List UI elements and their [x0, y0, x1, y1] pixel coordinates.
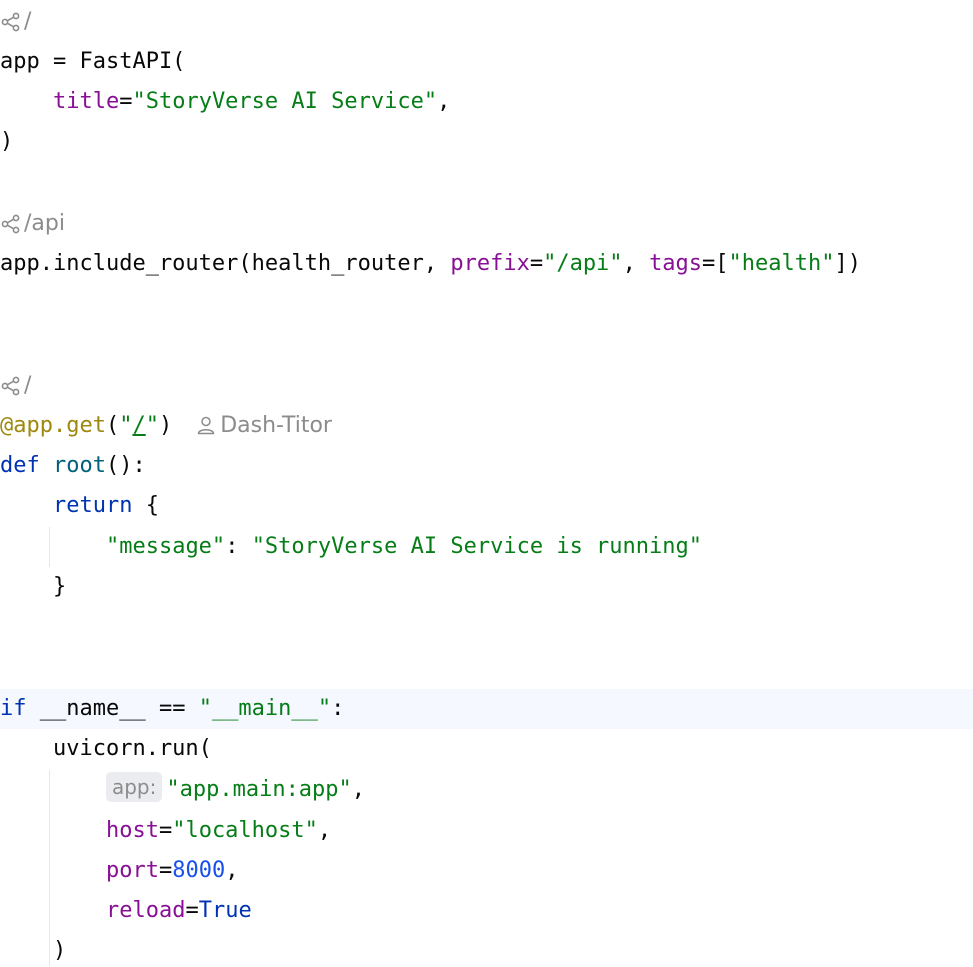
route-share-icon: [1, 12, 20, 32]
code-line[interactable]: uvicorn.run(: [0, 729, 973, 769]
code-line[interactable]: title="StoryVerse AI Service",: [0, 82, 973, 122]
code-text: =: [185, 898, 199, 923]
string-literal: "StoryVerse AI Service is running": [251, 534, 703, 559]
code-line[interactable]: app.include_router(health_router, prefix…: [0, 244, 973, 284]
route-hint-text: /: [24, 9, 32, 34]
route-hint-app[interactable]: /: [0, 2, 973, 42]
decorator: @app.get: [0, 413, 106, 438]
code-line[interactable]: "message": "StoryVerse AI Service is run…: [0, 527, 973, 567]
code-line[interactable]: ): [0, 931, 973, 967]
route-path-link[interactable]: /: [132, 413, 145, 438]
code-text: =: [529, 251, 544, 276]
route-hint-health[interactable]: /api: [0, 204, 973, 244]
code-text: app.include_router(health_router,: [0, 251, 451, 276]
parameter-name-hint: app:: [105, 772, 163, 802]
string-literal: "__main__": [198, 696, 332, 721]
code-text: ): [0, 938, 67, 963]
code-text: ,: [225, 858, 239, 883]
code-text: ]): [834, 251, 862, 276]
author-hint[interactable]: Dash-Titor: [196, 413, 332, 438]
code-text: :: [225, 534, 252, 559]
code-line[interactable]: app = FastAPI(: [0, 42, 973, 82]
route-share-icon: [1, 376, 20, 396]
code-text: ): [158, 413, 173, 438]
code-text: uvicorn.run(: [0, 736, 212, 761]
code-text: ,: [622, 251, 650, 276]
author-name: Dash-Titor: [220, 413, 332, 438]
keyword: def: [0, 453, 40, 478]
code-text: {: [132, 493, 159, 518]
keyword-argument: title: [52, 89, 120, 114]
route-hint-root[interactable]: /: [0, 366, 973, 406]
code-line[interactable]: }: [0, 567, 973, 607]
keyword: if: [0, 696, 27, 721]
route-hint-text: /: [24, 373, 32, 398]
route-share-icon: [1, 214, 20, 234]
string-literal: "/api": [543, 251, 623, 276]
code-line[interactable]: host="localhost",: [0, 811, 973, 851]
code-line[interactable]: port=8000,: [0, 851, 973, 891]
string-literal: "health": [728, 251, 835, 276]
code-text: __name__ ==: [26, 696, 199, 721]
code-text: =[: [702, 251, 729, 276]
string-literal: ": [145, 413, 159, 438]
string-literal: ": [119, 413, 133, 438]
keyword-argument: prefix: [450, 251, 530, 276]
keyword-argument: host: [105, 818, 159, 843]
code-line[interactable]: def root():: [0, 446, 973, 486]
code-line[interactable]: ): [0, 122, 973, 162]
code-text: =: [119, 89, 133, 114]
code-text: :: [331, 696, 345, 721]
keyword: return: [52, 493, 133, 518]
code-text: ,: [317, 818, 332, 843]
number-literal: 8000: [172, 858, 226, 883]
code-text: =: [158, 858, 173, 883]
string-literal: "message": [105, 534, 226, 559]
route-hint-text: /api: [24, 211, 65, 236]
code-line[interactable]: return {: [0, 486, 973, 526]
code-text: app = FastAPI(: [0, 49, 186, 74]
string-literal: "localhost": [172, 818, 318, 843]
keyword-argument: reload: [105, 898, 186, 923]
code-text: }: [0, 574, 67, 599]
code-line[interactable]: @app.get("/") Dash-Titor: [0, 406, 973, 446]
code-editor[interactable]: / app = FastAPI( title="StoryVerse AI Se…: [0, 0, 973, 967]
keyword: True: [198, 898, 252, 923]
code-text: ,: [351, 777, 366, 802]
code-text: ():: [105, 453, 146, 478]
code-text: ,: [437, 89, 451, 114]
string-literal: "StoryVerse AI Service": [132, 89, 438, 114]
function-name: root: [53, 453, 106, 478]
keyword-argument: port: [105, 858, 159, 883]
code-line-current[interactable]: if __name__ == "__main__":: [0, 689, 973, 729]
string-literal: "app.main:app": [166, 777, 352, 802]
code-line[interactable]: reload=True: [0, 891, 973, 931]
keyword-argument: tags: [649, 251, 703, 276]
code-text: =: [158, 818, 173, 843]
person-icon: [197, 416, 215, 435]
code-text: (: [105, 413, 120, 438]
code-text: ): [0, 129, 14, 154]
code-line[interactable]: app: "app.main:app",: [0, 770, 973, 810]
